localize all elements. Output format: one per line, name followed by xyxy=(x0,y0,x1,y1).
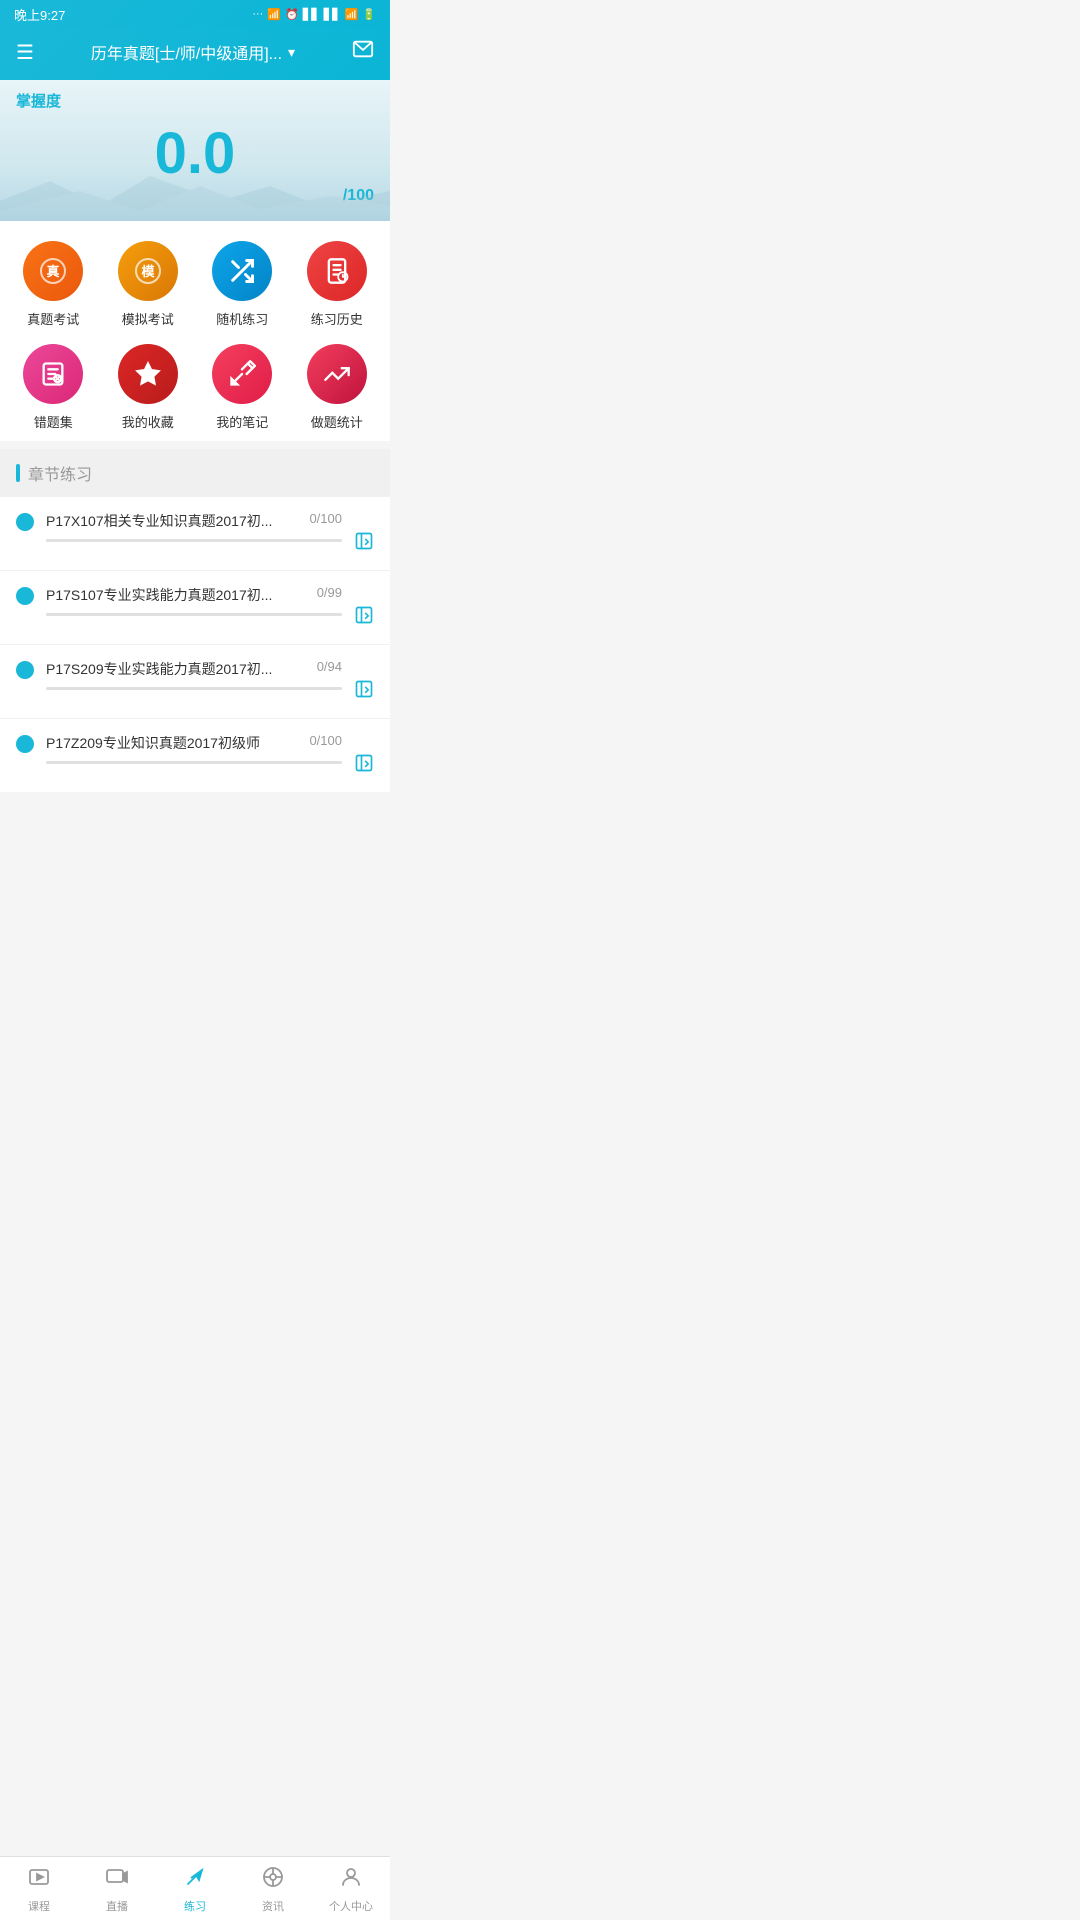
list-item-name: P17X107相关专业知识真题2017初... xyxy=(46,511,301,531)
nav-item-news[interactable]: 资讯 xyxy=(243,1865,303,1914)
wrong-set-label: 错题集 xyxy=(34,412,73,431)
list-item-count: 0/100 xyxy=(309,511,342,526)
courses-nav-label: 课程 xyxy=(28,1898,50,1914)
status-icons: ··· 📶 ⏰ ▋▋ ▋▋ 📶 🔋 xyxy=(252,8,376,21)
courses-icon xyxy=(27,1865,51,1895)
edit-icon[interactable] xyxy=(354,679,374,704)
list-item-progress xyxy=(46,539,342,542)
alarm-icon: ⏰ xyxy=(285,8,299,21)
live-icon xyxy=(105,1865,129,1895)
list-item-progress xyxy=(46,761,342,764)
list-item-content: P17S209专业实践能力真题2017初... 0/94 xyxy=(46,659,342,690)
bottom-nav: 课程 直播 练习 xyxy=(0,1856,390,1920)
bluetooth-icon: 📶 xyxy=(267,8,281,21)
menu-item-notes[interactable]: 我的笔记 xyxy=(199,344,286,431)
wifi-icon: 📶 xyxy=(345,8,359,21)
list-item-count: 0/100 xyxy=(309,733,342,748)
profile-nav-label: 个人中心 xyxy=(329,1898,373,1914)
practice-history-icon xyxy=(307,241,367,301)
list-container: P17X107相关专业知识真题2017初... 0/100 P17S107专业实… xyxy=(0,497,390,792)
menu-item-random-practice[interactable]: 随机练习 xyxy=(199,241,286,328)
stats-label: 做题统计 xyxy=(311,412,363,431)
practice-icon xyxy=(183,1865,207,1895)
list-item-progress xyxy=(46,613,342,616)
list-item-name: P17S209专业实践能力真题2017初... xyxy=(46,659,309,679)
list-dot-icon xyxy=(16,513,34,531)
mock-exam-label: 模拟考试 xyxy=(122,309,174,328)
list-item[interactable]: P17S107专业实践能力真题2017初... 0/99 xyxy=(0,571,390,645)
profile-icon xyxy=(339,1865,363,1895)
news-icon xyxy=(261,1865,285,1895)
chapter-bar-decoration xyxy=(16,464,20,482)
menu-grid: 真 真题考试 模 模拟考试 随机练习 xyxy=(0,221,390,441)
notes-icon xyxy=(212,344,272,404)
list-item[interactable]: P17Z209专业知识真题2017初级师 0/100 xyxy=(0,719,390,792)
signal-bar1-icon: ▋▋ xyxy=(303,8,320,21)
nav-item-live[interactable]: 直播 xyxy=(87,1865,147,1914)
menu-item-stats[interactable]: 做题统计 xyxy=(294,344,381,431)
nav-item-practice[interactable]: 练习 xyxy=(165,1865,225,1914)
list-item[interactable]: P17S209专业实践能力真题2017初... 0/94 xyxy=(0,645,390,719)
nav-item-courses[interactable]: 课程 xyxy=(9,1865,69,1914)
stats-icon xyxy=(307,344,367,404)
chapter-header: 章节练习 xyxy=(0,449,390,497)
header-title-container[interactable]: 历年真题[士/师/中级通用]... ▾ xyxy=(91,40,295,64)
menu-icon[interactable]: ☰ xyxy=(16,40,34,65)
mock-exam-icon: 模 xyxy=(118,241,178,301)
battery-icon: 🔋 xyxy=(362,8,376,21)
main-content: 掌握度 0.0 /100 真 真题考试 模 xyxy=(0,80,390,852)
news-nav-label: 资讯 xyxy=(262,1898,284,1914)
status-time: 晚上9:27 xyxy=(14,5,65,24)
list-item-content: P17X107相关专业知识真题2017初... 0/100 xyxy=(46,511,342,542)
list-dot-icon xyxy=(16,661,34,679)
menu-item-practice-history[interactable]: 练习历史 xyxy=(294,241,381,328)
favorites-icon xyxy=(118,344,178,404)
list-item-name: P17Z209专业知识真题2017初级师 xyxy=(46,733,301,753)
favorites-label: 我的收藏 xyxy=(122,412,174,431)
list-item-row: P17Z209专业知识真题2017初级师 0/100 xyxy=(46,733,342,753)
signal-dots-icon: ··· xyxy=(252,8,263,20)
list-dot-icon xyxy=(16,735,34,753)
list-item-row: P17S209专业实践能力真题2017初... 0/94 xyxy=(46,659,342,679)
list-item-name: P17S107专业实践能力真题2017初... xyxy=(46,585,309,605)
nav-item-profile[interactable]: 个人中心 xyxy=(321,1865,381,1914)
menu-item-real-exam[interactable]: 真 真题考试 xyxy=(10,241,97,328)
menu-item-wrong-set[interactable]: 错题集 xyxy=(10,344,97,431)
real-exam-icon: 真 xyxy=(23,241,83,301)
edit-icon[interactable] xyxy=(354,605,374,630)
menu-item-mock-exam[interactable]: 模 模拟考试 xyxy=(105,241,192,328)
list-item-content: P17Z209专业知识真题2017初级师 0/100 xyxy=(46,733,342,764)
mastery-section: 掌握度 0.0 /100 xyxy=(0,80,390,221)
signal-bar2-icon: ▋▋ xyxy=(324,8,341,21)
list-item-progress xyxy=(46,687,342,690)
mountain-decoration xyxy=(0,171,390,221)
menu-item-favorites[interactable]: 我的收藏 xyxy=(105,344,192,431)
svg-text:真: 真 xyxy=(47,264,60,279)
status-bar: 晚上9:27 ··· 📶 ⏰ ▋▋ ▋▋ 📶 🔋 xyxy=(0,0,390,28)
mastery-label: 掌握度 xyxy=(16,90,374,111)
list-item-count: 0/94 xyxy=(317,659,342,674)
list-item-content: P17S107专业实践能力真题2017初... 0/99 xyxy=(46,585,342,616)
random-practice-label: 随机练习 xyxy=(216,309,268,328)
practice-history-label: 练习历史 xyxy=(311,309,363,328)
wrong-set-icon xyxy=(23,344,83,404)
chapter-title: 章节练习 xyxy=(28,461,92,485)
list-dot-icon xyxy=(16,587,34,605)
list-item[interactable]: P17X107相关专业知识真题2017初... 0/100 xyxy=(0,497,390,571)
live-nav-label: 直播 xyxy=(106,1898,128,1914)
edit-icon[interactable] xyxy=(354,753,374,778)
app-header: ☰ 历年真题[士/师/中级通用]... ▾ xyxy=(0,28,390,80)
header-title-text: 历年真题[士/师/中级通用]... xyxy=(91,40,282,64)
list-item-row: P17X107相关专业知识真题2017初... 0/100 xyxy=(46,511,342,531)
svg-text:模: 模 xyxy=(141,264,155,279)
chevron-down-icon: ▾ xyxy=(288,44,295,61)
mail-icon[interactable] xyxy=(352,38,374,66)
notes-label: 我的笔记 xyxy=(216,412,268,431)
edit-icon[interactable] xyxy=(354,531,374,556)
practice-nav-label: 练习 xyxy=(184,1898,206,1914)
list-item-count: 0/99 xyxy=(317,585,342,600)
real-exam-label: 真题考试 xyxy=(27,309,79,328)
list-item-row: P17S107专业实践能力真题2017初... 0/99 xyxy=(46,585,342,605)
random-practice-icon xyxy=(212,241,272,301)
